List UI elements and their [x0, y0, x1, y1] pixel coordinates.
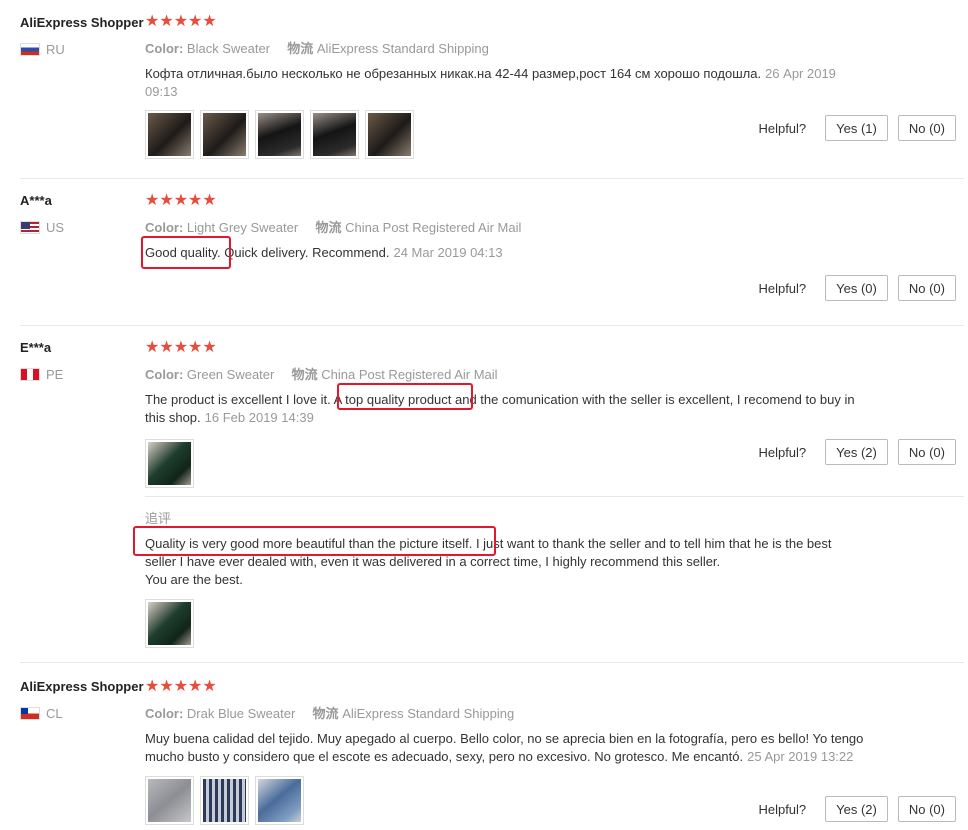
reviewer-name: E***a: [20, 340, 52, 355]
followup-text-content: Quality is very good more beautiful than…: [145, 536, 832, 569]
shipping-label: 物流: [287, 41, 314, 56]
review-date: 25 Apr 2019 13:22: [747, 749, 854, 764]
review-date: 24 Mar 2019 04:13: [393, 245, 503, 260]
shipping-label: 物流: [312, 706, 339, 721]
helpful-vote: Helpful? Yes (2) No (0): [758, 439, 956, 465]
helpful-yes-button[interactable]: Yes (0): [825, 275, 888, 301]
helpful-vote: Helpful? Yes (1) No (0): [758, 115, 956, 141]
color-label: Color:: [145, 220, 184, 235]
helpful-label: Helpful?: [758, 801, 807, 817]
helpful-no-button[interactable]: No (0): [897, 275, 956, 301]
helpful-no-button[interactable]: No (0): [897, 796, 956, 822]
followup-label: 追评: [145, 511, 172, 526]
reviewer-country: RU: [20, 42, 144, 57]
review-photo[interactable]: [145, 776, 194, 825]
helpful-no-button[interactable]: No (0): [897, 115, 956, 141]
star-rating: ★★★★★: [145, 13, 217, 30]
order-info: Color: Light Grey Sweater 物流 China Post …: [145, 217, 865, 236]
flag-us-icon: [20, 221, 40, 234]
reviewer-info: AliExpress Shopper CL: [20, 679, 144, 721]
reviewer-info: A***a US: [20, 193, 64, 235]
helpful-vote: Helpful? Yes (0) No (0): [758, 275, 956, 301]
followup-text: Quality is very good more beautiful than…: [145, 535, 865, 589]
color-label: Color:: [145, 41, 184, 56]
helpful-label: Helpful?: [758, 444, 807, 460]
star-rating: ★★★★★: [145, 339, 217, 356]
reviewer-country: CL: [20, 706, 144, 721]
helpful-vote: Helpful? Yes (2) No (0): [758, 796, 956, 822]
review-text: Good quality. Quick delivery. Recommend.…: [145, 244, 865, 262]
color-label: Color:: [145, 706, 184, 721]
reviewer-name: AliExpress Shopper: [20, 679, 144, 694]
review-body: ★★★★★ Color: Green Sweater 物流 China Post…: [145, 340, 865, 488]
flag-ru-icon: [20, 43, 40, 56]
flag-cl-icon: [20, 707, 40, 720]
shipping-label: 物流: [291, 367, 318, 382]
helpful-label: Helpful?: [758, 120, 807, 136]
review-body: ★★★★★ Color: Light Grey Sweater 物流 China…: [145, 193, 865, 262]
reviewer-country: PE: [20, 367, 63, 382]
review-text: The product is excellent I love it. A to…: [145, 391, 865, 427]
photo-list: [145, 439, 865, 488]
photo-list: [145, 110, 865, 159]
review-text-content: Кофта отличная.было несколько не обрезан…: [145, 66, 762, 81]
photo-list: [145, 599, 865, 648]
shipping-value: China Post Registered Air Mail: [321, 367, 498, 382]
review-item: AliExpress Shopper RU ★★★★★ Color: Black…: [0, 0, 968, 178]
order-info: Color: Drak Blue Sweater 物流 AliExpress S…: [145, 703, 865, 722]
reviewer-name: AliExpress Shopper: [20, 15, 144, 30]
review-photo[interactable]: [255, 110, 304, 159]
review-photo[interactable]: [200, 110, 249, 159]
order-info: Color: Black Sweater 物流 AliExpress Stand…: [145, 38, 865, 57]
shipping-value: China Post Registered Air Mail: [345, 220, 522, 235]
star-rating: ★★★★★: [145, 678, 217, 695]
review-photo[interactable]: [145, 439, 194, 488]
reviewer-info: AliExpress Shopper RU: [20, 15, 144, 57]
review-text-content: Good quality. Quick delivery. Recommend.: [145, 245, 390, 260]
helpful-yes-button[interactable]: Yes (2): [825, 439, 888, 465]
followup-divider: [145, 496, 964, 497]
helpful-no-button[interactable]: No (0): [897, 439, 956, 465]
shipping-value: AliExpress Standard Shipping: [342, 706, 515, 721]
reviewer-info: E***a PE: [20, 340, 63, 382]
color-value: Black Sweater: [186, 41, 270, 56]
followup-text-content: You are the best.: [145, 572, 243, 587]
followup-body: 追评 Quality is very good more beautiful t…: [145, 508, 865, 648]
review-date: 16 Feb 2019 14:39: [204, 410, 314, 425]
review-photo[interactable]: [365, 110, 414, 159]
shipping-value: AliExpress Standard Shipping: [316, 41, 489, 56]
review-photo[interactable]: [200, 776, 249, 825]
review-item: A***a US ★★★★★ Color: Light Grey Sweater…: [0, 179, 968, 325]
color-label: Color:: [145, 367, 184, 382]
helpful-label: Helpful?: [758, 280, 807, 296]
shipping-label: 物流: [315, 220, 342, 235]
review-text: Muy buena calidad del tejido. Muy apegad…: [145, 730, 865, 766]
country-code: RU: [46, 42, 65, 57]
helpful-yes-button[interactable]: Yes (1): [825, 115, 888, 141]
flag-pe-icon: [20, 368, 40, 381]
review-photo[interactable]: [310, 110, 359, 159]
review-photo[interactable]: [145, 599, 194, 648]
color-value: Light Grey Sweater: [186, 220, 299, 235]
country-code: CL: [46, 706, 63, 721]
photo-list: [145, 776, 865, 825]
star-rating: ★★★★★: [145, 192, 217, 209]
review-item: AliExpress Shopper CL ★★★★★ Color: Drak …: [0, 663, 968, 830]
reviewer-name: A***a: [20, 193, 52, 208]
country-code: US: [46, 220, 65, 235]
review-body: ★★★★★ Color: Black Sweater 物流 AliExpress…: [145, 14, 865, 159]
reviewer-country: US: [20, 220, 64, 235]
color-value: Drak Blue Sweater: [186, 706, 296, 721]
review-body: ★★★★★ Color: Drak Blue Sweater 物流 AliExp…: [145, 679, 865, 825]
review-item: E***a PE ★★★★★ Color: Green Sweater 物流 C…: [0, 326, 968, 662]
review-photo[interactable]: [145, 110, 194, 159]
review-photo[interactable]: [255, 776, 304, 825]
helpful-yes-button[interactable]: Yes (2): [825, 796, 888, 822]
color-value: Green Sweater: [186, 367, 275, 382]
order-info: Color: Green Sweater 物流 China Post Regis…: [145, 364, 865, 383]
review-text: Кофта отличная.было несколько не обрезан…: [145, 65, 865, 101]
country-code: PE: [46, 367, 64, 382]
